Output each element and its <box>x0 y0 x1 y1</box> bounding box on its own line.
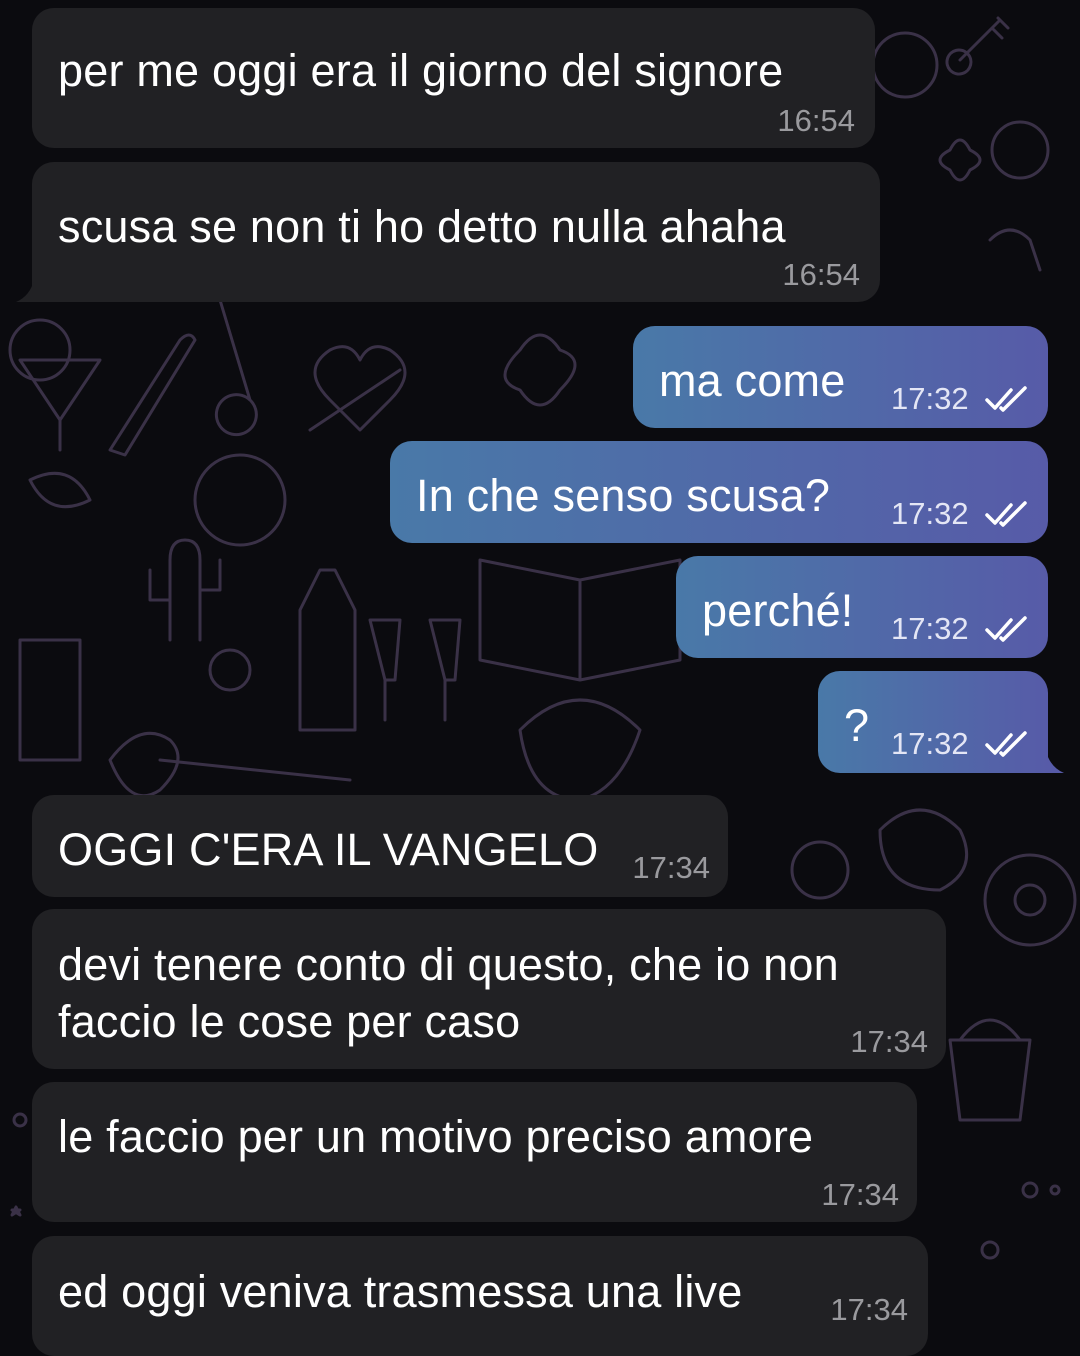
message-bubble[interactable]: In che senso scusa? 17:32 <box>390 441 1048 543</box>
lemon-slice-doodle <box>8 318 72 382</box>
earbud-doodle <box>988 228 1042 272</box>
key-doodle <box>945 16 1010 76</box>
message-time: 17:32 <box>891 726 969 761</box>
message-text: per me oggi era il giorno del signore <box>58 45 784 96</box>
leaf-doodle <box>28 471 92 509</box>
message-time: 17:32 <box>891 496 969 531</box>
open-book-doodle <box>478 558 682 682</box>
message-bubble[interactable]: scusa se non ti ho detto nulla ahaha 16:… <box>16 162 880 302</box>
message-text: scusa se non ti ho detto nulla ahaha <box>58 201 786 252</box>
message-bubble[interactable]: OGGI C'ERA IL VANGELO 17:34 <box>32 795 728 897</box>
donut-hole-doodle <box>1013 883 1047 917</box>
message-text: ? <box>844 700 870 751</box>
read-double-check-icon <box>985 501 1027 527</box>
message-text-line-1: devi tenere conto di questo, che io non <box>58 939 839 990</box>
cactus-doodle <box>148 538 222 642</box>
message-time: 16:54 <box>782 257 860 292</box>
bubble-tail <box>16 280 34 302</box>
donut-doodle <box>983 853 1077 947</box>
message-bubble[interactable]: ma come 17:32 <box>633 326 1048 428</box>
message-text: In che senso scusa? <box>416 470 831 521</box>
message-time: 17:32 <box>891 381 969 416</box>
cherry-doodle <box>990 120 1050 180</box>
star-doodle <box>10 1205 22 1217</box>
coconut-doodle <box>878 808 969 892</box>
message-text: OGGI C'ERA IL VANGELO <box>58 824 599 875</box>
flower-small-doodle <box>503 333 577 407</box>
message-text-line-2: faccio le cose per caso <box>58 996 521 1047</box>
message-time: 16:54 <box>777 103 855 138</box>
guitar-doodle <box>108 731 352 798</box>
bubble-ring-doodle <box>980 1240 1000 1260</box>
bucket-doodle <box>948 1018 1032 1122</box>
bubble-doodle <box>1021 1181 1039 1199</box>
bubble-small-doodle <box>1049 1184 1061 1196</box>
read-double-check-icon <box>985 386 1027 412</box>
key-large-doodle <box>214 298 258 437</box>
paintbrush-doodle <box>108 333 197 457</box>
message-bubble[interactable]: perché! 17:32 <box>676 556 1048 658</box>
message-time: 17:34 <box>632 850 710 885</box>
baseball-doodle <box>790 840 850 900</box>
read-double-check-icon <box>985 616 1027 642</box>
message-text: ma come <box>659 355 846 406</box>
message-time: 17:32 <box>891 611 969 646</box>
message-bubble[interactable]: le faccio per un motivo preciso amore 17… <box>32 1082 917 1222</box>
jar-doodle <box>18 638 82 762</box>
message-bubble[interactable]: devi tenere conto di questo, che io non … <box>32 909 946 1069</box>
message-time: 17:34 <box>821 1177 899 1212</box>
flower-round-doodle <box>208 648 252 692</box>
balloon-doodle <box>871 31 939 99</box>
champagne-bottle-doodle <box>298 568 357 732</box>
message-bubble[interactable]: ? 17:32 <box>818 671 1064 773</box>
message-text: ed oggi veniva trasmessa una live <box>58 1266 743 1317</box>
peach-doodle <box>193 453 287 547</box>
dot-doodle <box>12 1112 28 1128</box>
champagne-glasses-doodle <box>368 618 462 722</box>
message-text: perché! <box>702 585 854 636</box>
read-double-check-icon <box>985 731 1027 757</box>
message-bubble[interactable]: ed oggi veniva trasmessa una live 17:34 <box>32 1236 928 1356</box>
message-bubble[interactable]: per me oggi era il giorno del signore 16… <box>32 8 875 148</box>
monstera-leaf-doodle <box>518 698 642 802</box>
message-time: 17:34 <box>850 1024 928 1059</box>
flower-doodle <box>938 138 982 182</box>
message-text: le faccio per un motivo preciso amore <box>58 1111 814 1162</box>
bubble-tail <box>1046 751 1064 773</box>
message-time: 17:34 <box>830 1292 908 1327</box>
heart-arrow-doodle <box>308 345 407 432</box>
